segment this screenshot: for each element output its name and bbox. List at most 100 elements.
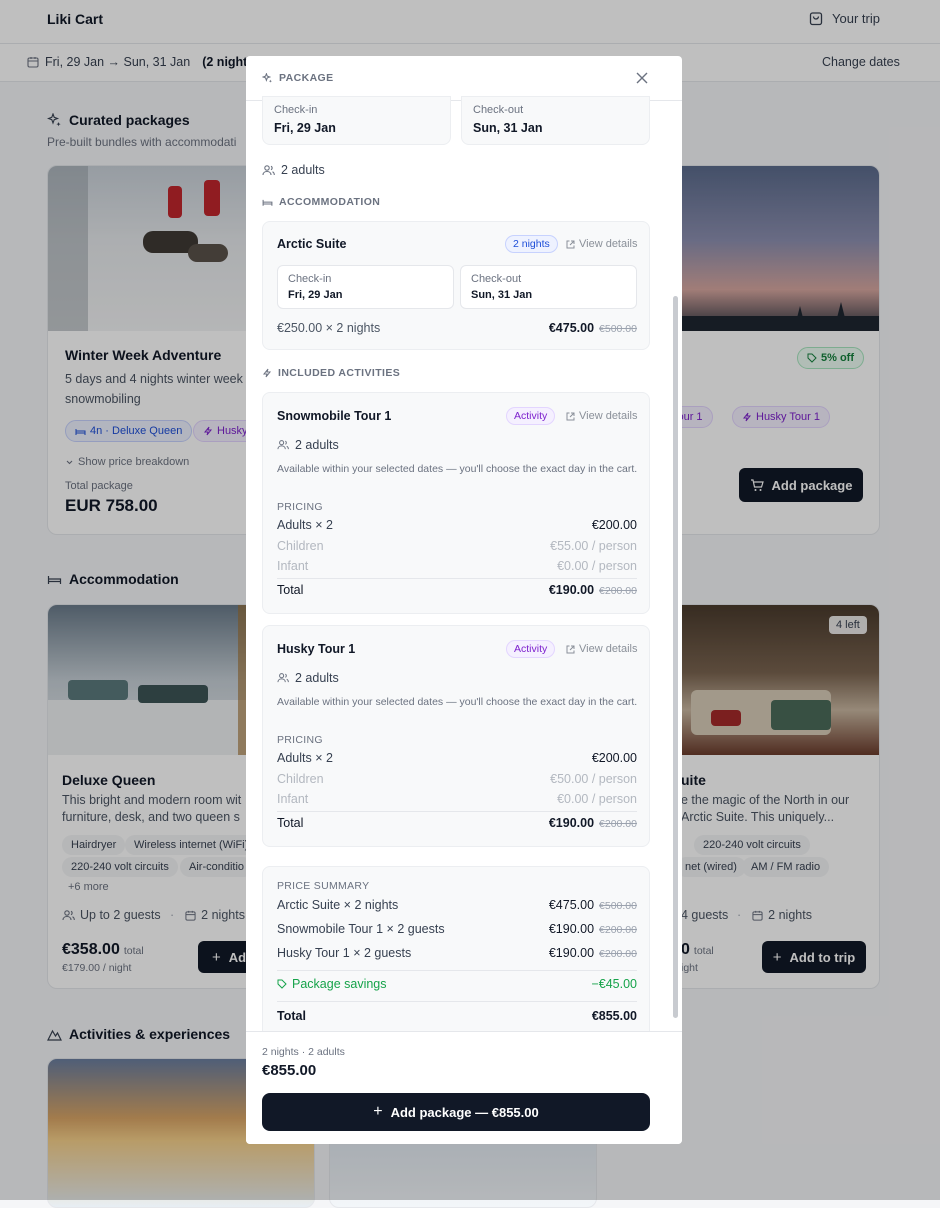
users-icon <box>277 440 289 450</box>
add-package-total-button[interactable]: + Add package — €855.00 <box>262 1093 650 1131</box>
activity-block-husky: Husky Tour 1 Activity View details 2 adu… <box>262 625 650 847</box>
summary-header: PRICE SUMMARY <box>277 880 370 892</box>
modal-title: PACKAGE <box>262 72 334 84</box>
act1-adults-price: €200.00 <box>591 518 637 532</box>
summary-total-row: Total €855.00 <box>277 1009 637 1023</box>
act1-children-label: Children <box>277 539 324 553</box>
act2-children-row: Children €50.00 / person <box>277 772 637 786</box>
acc-checkout-label: Check-out <box>471 273 522 285</box>
external-link-icon <box>566 645 575 653</box>
act2-adults-price: €200.00 <box>591 751 637 765</box>
acc-checkin-label: Check-in <box>288 273 332 285</box>
act2-infant-label: Infant <box>277 792 309 806</box>
bolt-icon <box>262 368 272 378</box>
price-summary: PRICE SUMMARY Arctic Suite × 2 nights €4… <box>262 866 650 1041</box>
act2-total-row: Total €190.00 €200.00 <box>277 816 637 830</box>
tag-icon <box>277 979 287 989</box>
summary-line2-old: €200.00 <box>599 924 637 936</box>
sparkles-icon <box>262 72 272 83</box>
summary-line1-label: Arctic Suite × 2 nights <box>277 898 399 912</box>
summary-line1-old: €500.00 <box>599 900 637 912</box>
modal-title-text: PACKAGE <box>279 72 334 84</box>
external-link-icon <box>566 412 575 420</box>
close-icon[interactable] <box>635 71 649 85</box>
checkin-label: Check-in <box>274 104 318 116</box>
acc-price-row: €250.00 × 2 nights €475.00 €500.00 <box>277 321 637 335</box>
acc-checkout-value: Sun, 31 Jan <box>471 289 533 301</box>
summary-line2-value: €190.00 <box>548 922 595 936</box>
act1-total-value: €190.00 <box>548 583 595 597</box>
summary-line2-price: €190.00 €200.00 <box>549 922 637 936</box>
act1-children-row: Children €55.00 / person <box>277 539 637 553</box>
act2-old-total: €200.00 <box>599 818 637 830</box>
act1-pricing-label: PRICING <box>277 501 323 513</box>
summary-savings-row: Package savings −€45.00 <box>277 977 637 991</box>
acc-checkin-value: Fri, 29 Jan <box>288 289 343 301</box>
acc-price: €475.00 €500.00 <box>549 321 637 335</box>
divider <box>277 970 637 971</box>
act1-name: Snowmobile Tour 1 <box>277 409 392 423</box>
modal-scrollbar[interactable] <box>673 296 678 1018</box>
divider <box>277 811 637 812</box>
act2-children-price: €50.00 / person <box>550 772 637 786</box>
act2-infant-row: Infant €0.00 / person <box>277 792 637 806</box>
divider <box>277 578 637 579</box>
summary-line3-old: €200.00 <box>599 948 637 960</box>
act2-badge: Activity <box>506 640 556 658</box>
footer-meta: 2 nights · 2 adults <box>262 1046 345 1058</box>
act2-guests: 2 adults <box>277 671 339 685</box>
summary-total-value: €855.00 <box>591 1009 637 1023</box>
act2-adults-row: Adults × 2 €200.00 <box>277 751 637 765</box>
modal-checkin[interactable]: Check-in Fri, 29 Jan <box>262 96 451 145</box>
activities-header: INCLUDED ACTIVITIES <box>262 367 400 379</box>
checkout-label: Check-out <box>473 104 524 116</box>
act1-note: Available within your selected dates — y… <box>277 463 638 475</box>
act1-adults-label: Adults × 2 <box>277 518 333 532</box>
savings-label: Package savings <box>277 977 387 991</box>
summary-line2-label: Snowmobile Tour 1 × 2 guests <box>277 922 445 936</box>
summary-line3-value: €190.00 <box>548 946 595 960</box>
modal-guests: 2 adults <box>262 163 325 177</box>
summary-line3-label: Husky Tour 1 × 2 guests <box>277 946 412 960</box>
modal-guests-text: 2 adults <box>281 163 325 177</box>
act2-infant-price: €0.00 / person <box>557 792 637 806</box>
act2-pricing-label: PRICING <box>277 734 323 746</box>
act1-adults-row: Adults × 2 €200.00 <box>277 518 637 532</box>
checkout-value: Sun, 31 Jan <box>473 121 543 135</box>
act1-infant-label: Infant <box>277 559 309 573</box>
savings-label-text: Package savings <box>292 977 387 991</box>
modal-footer: 2 nights · 2 adults €855.00 + Add packag… <box>246 1031 682 1144</box>
plus-icon: + <box>373 1103 383 1120</box>
act1-guests: 2 adults <box>277 438 339 452</box>
act2-view-details-label: View details <box>579 643 638 655</box>
act2-adults-label: Adults × 2 <box>277 751 333 765</box>
acc-price-value: €475.00 <box>548 321 595 335</box>
accommodation-header-text: ACCOMMODATION <box>279 196 381 208</box>
divider <box>277 1001 637 1002</box>
modal-checkout[interactable]: Check-out Sun, 31 Jan <box>461 96 650 145</box>
acc-old-price: €500.00 <box>599 323 637 335</box>
external-link-icon <box>566 240 575 248</box>
act1-total-row: Total €190.00 €200.00 <box>277 583 637 597</box>
act2-name: Husky Tour 1 <box>277 642 356 656</box>
act2-note: Available within your selected dates — y… <box>277 696 638 708</box>
act2-total-value: €190.00 <box>548 816 595 830</box>
users-icon <box>277 673 289 683</box>
savings-value: −€45.00 <box>591 977 637 991</box>
add-package-total-label: Add package — €855.00 <box>390 1104 539 1120</box>
summary-line1-price: €475.00 €500.00 <box>549 898 637 912</box>
activity-block-snowmobile: Snowmobile Tour 1 Activity View details … <box>262 392 650 614</box>
act1-view-details[interactable]: View details <box>566 410 638 422</box>
act2-total-label: Total <box>277 816 304 830</box>
activities-header-text: INCLUDED ACTIVITIES <box>278 367 401 379</box>
acc-view-details[interactable]: View details <box>566 238 638 250</box>
act1-guests-text: 2 adults <box>295 438 339 452</box>
package-modal: PACKAGE Check-in Fri, 29 Jan Check-out S… <box>246 56 682 1144</box>
act1-old-total: €200.00 <box>599 585 637 597</box>
act2-view-details[interactable]: View details <box>566 643 638 655</box>
footer-total: €855.00 <box>262 1062 317 1079</box>
act1-children-price: €55.00 / person <box>550 539 637 553</box>
summary-line-2: Snowmobile Tour 1 × 2 guests €190.00 €200… <box>277 922 637 936</box>
act1-view-details-label: View details <box>579 410 638 422</box>
acc-view-details-label: View details <box>579 238 638 250</box>
